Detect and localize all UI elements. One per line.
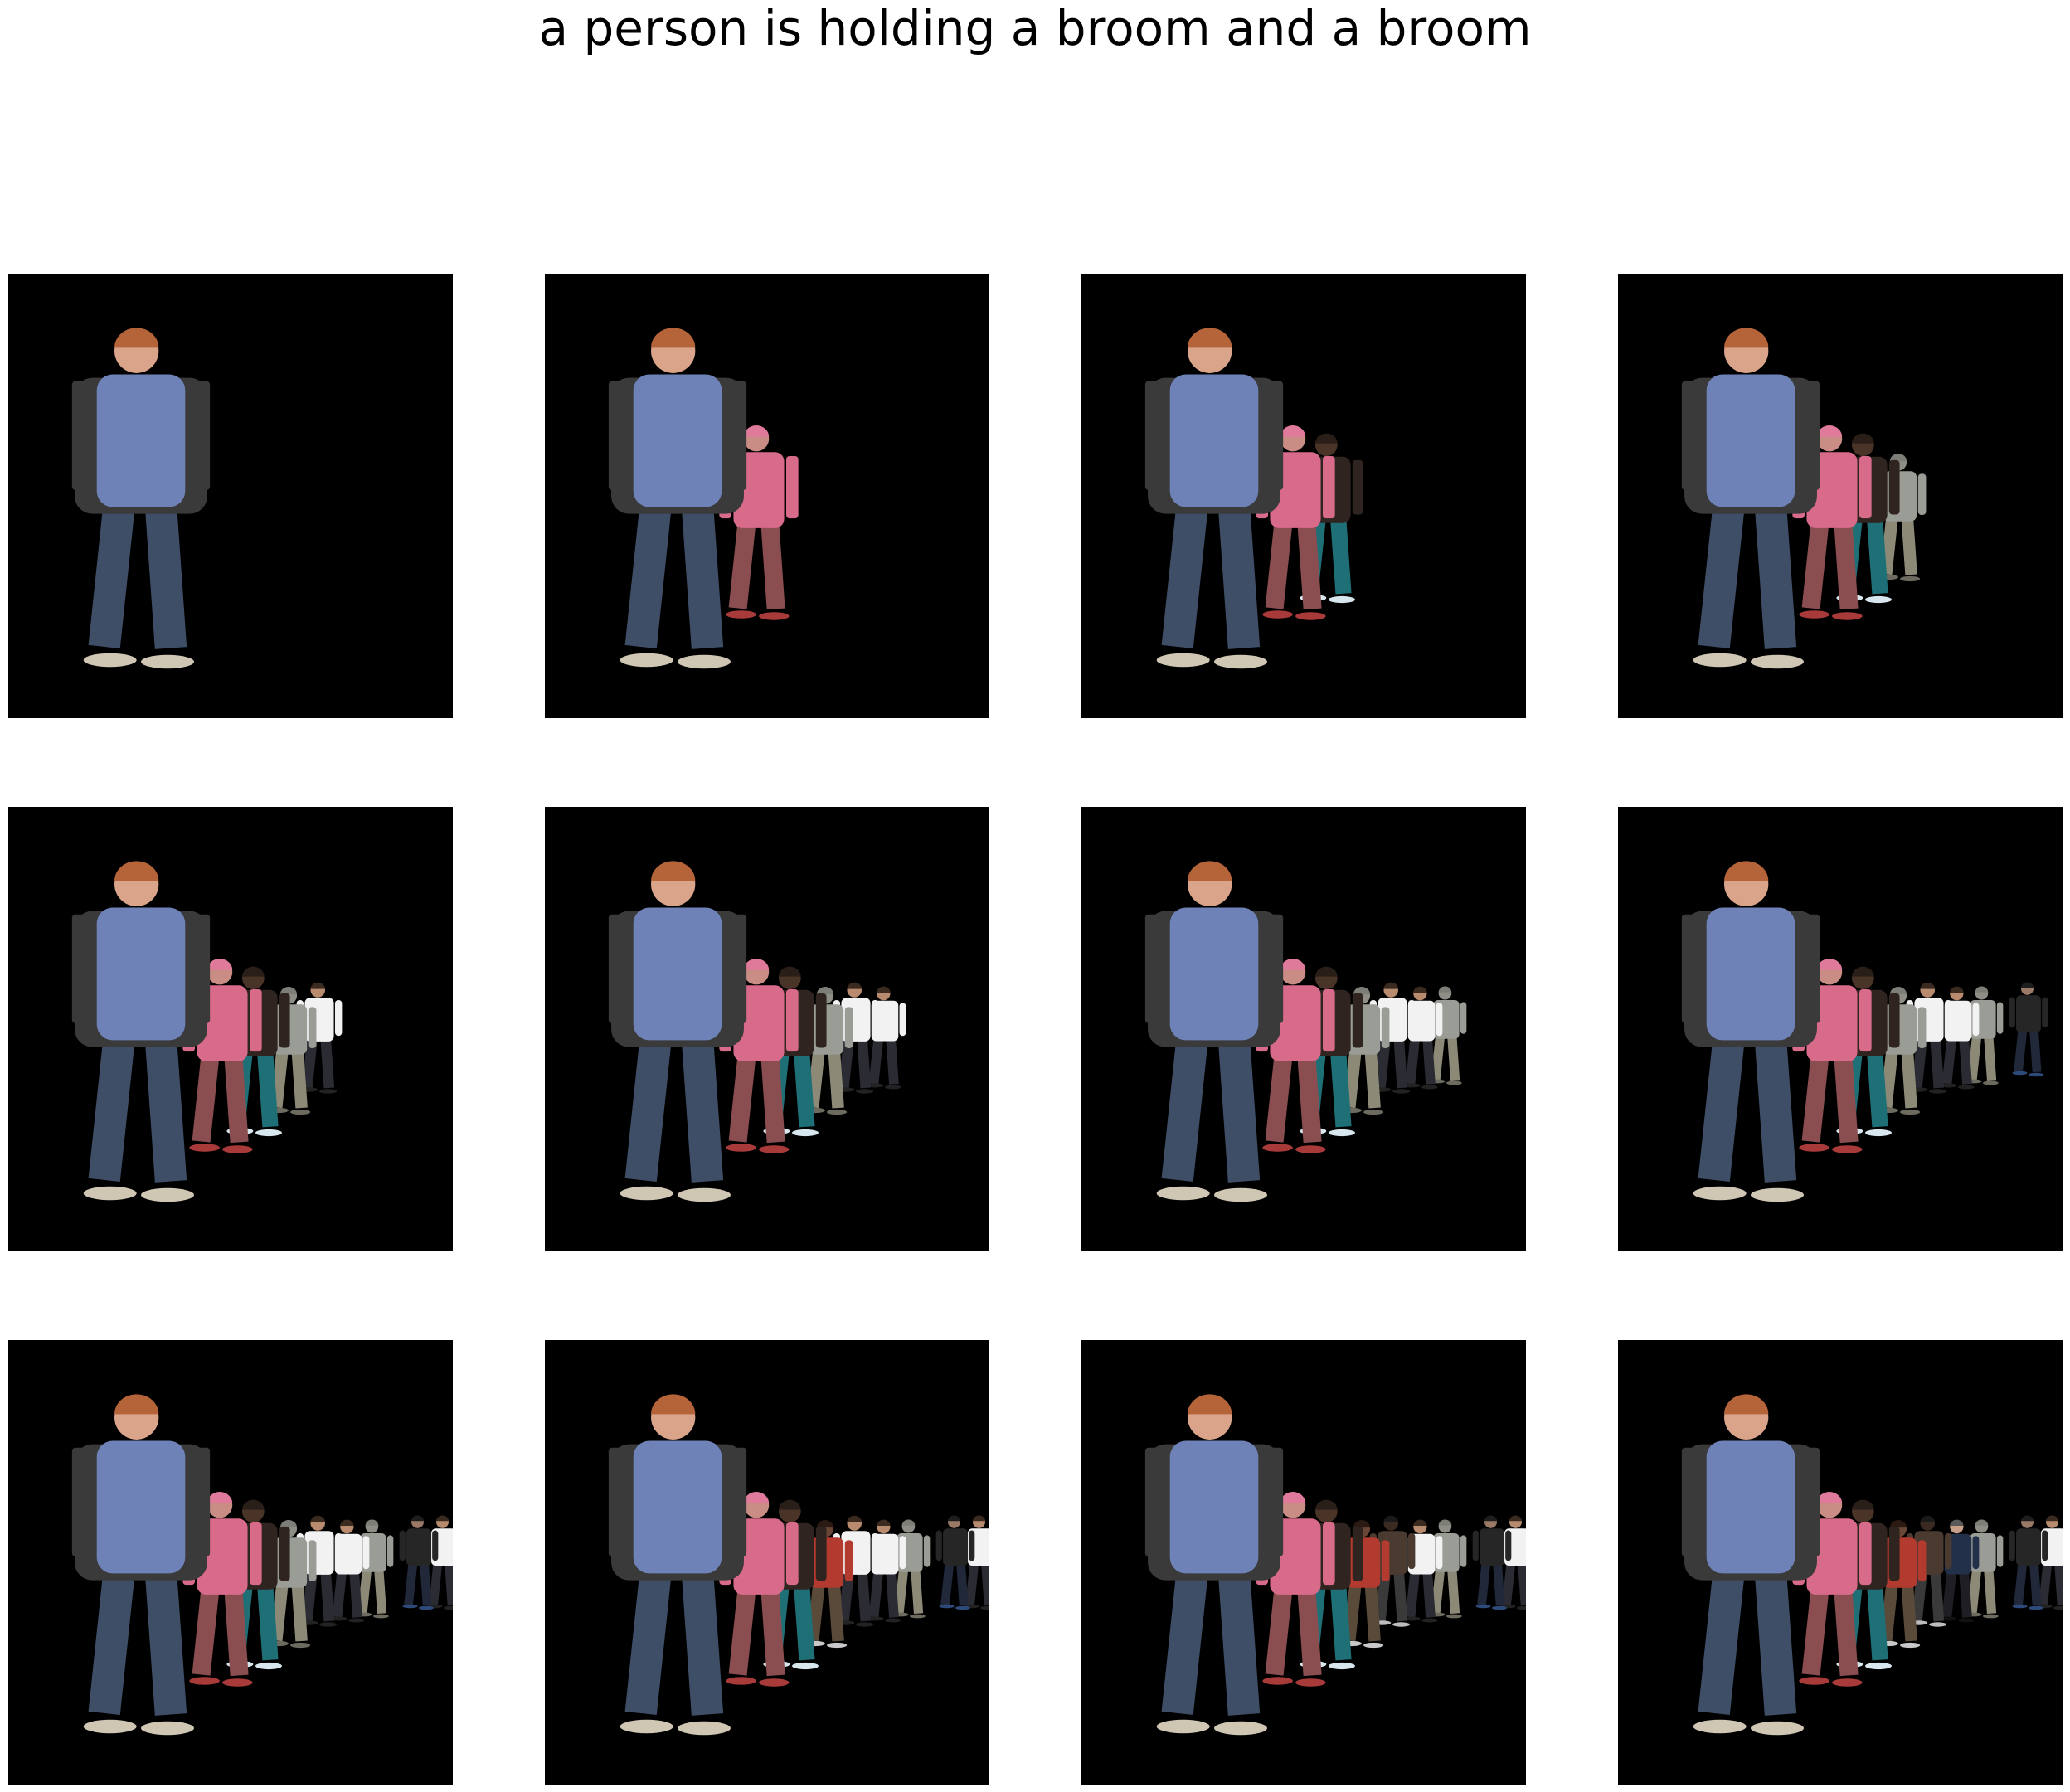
image-panel [545, 1340, 989, 1785]
man-jeans-figure [608, 328, 747, 669]
panel-image [1144, 1394, 1526, 1736]
dark-jacket-man-figure [2009, 982, 2048, 1077]
man-jeans-figure [1681, 1394, 1820, 1736]
panel-image [1681, 861, 2048, 1202]
panel-image [608, 861, 906, 1202]
man-jeans-figure [71, 328, 211, 669]
image-panel [1618, 807, 2063, 1251]
man-jeans-figure [1144, 328, 1284, 669]
image-grid [0, 0, 2070, 1792]
panel-image [71, 328, 211, 669]
panel-image [608, 328, 799, 669]
image-panel [1081, 1340, 1526, 1785]
man-jeans-figure [71, 1394, 211, 1736]
man-jeans-figure [71, 861, 211, 1202]
panel-image [1144, 328, 1363, 669]
image-panel [8, 807, 453, 1251]
panel-image [71, 1394, 453, 1736]
man-jeans-figure [1681, 861, 1820, 1202]
man-jeans-figure [608, 861, 747, 1202]
image-panel [545, 274, 989, 718]
image-panel [8, 274, 453, 718]
panel-image [1144, 861, 1467, 1202]
image-panel [1618, 274, 2063, 718]
image-panel [8, 1340, 453, 1785]
panel-image [1681, 328, 1927, 669]
panel-image [71, 861, 343, 1202]
man-jeans-figure [608, 1394, 747, 1736]
image-panel [545, 807, 989, 1251]
panel-image [1681, 1394, 2063, 1736]
panel-image [608, 1394, 989, 1736]
man-jeans-figure [1144, 1394, 1284, 1736]
man-jeans-figure [1144, 861, 1284, 1202]
image-panel [1081, 274, 1526, 718]
image-panel [1618, 1340, 2063, 1785]
man-jeans-figure [1681, 328, 1820, 669]
image-panel [1081, 807, 1526, 1251]
